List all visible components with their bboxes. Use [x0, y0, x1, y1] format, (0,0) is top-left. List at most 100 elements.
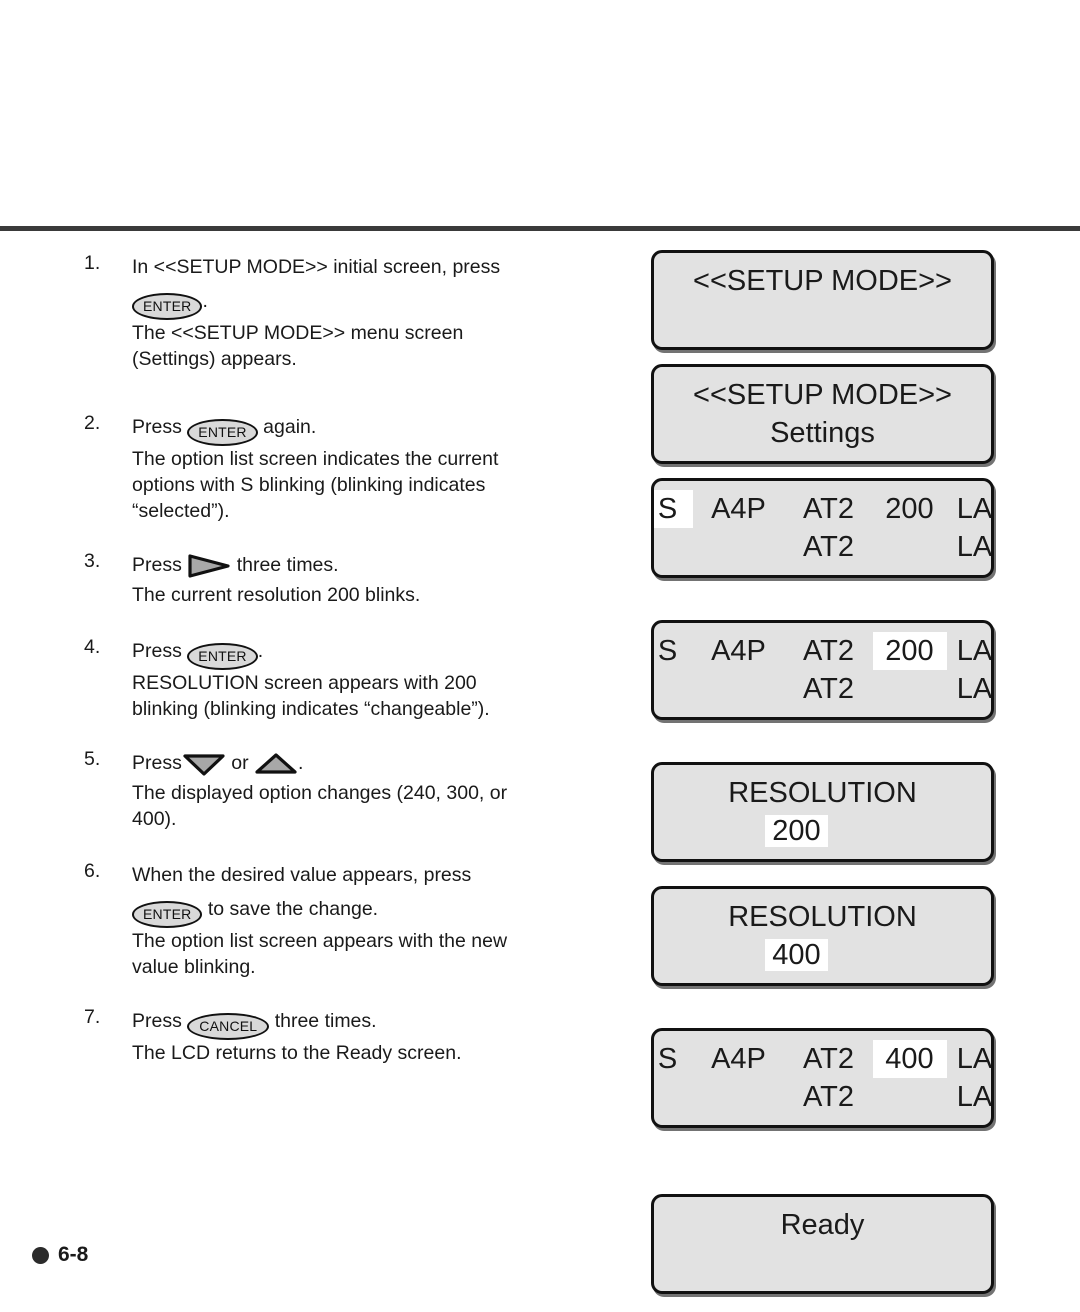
step-3-number: 3. [84, 550, 101, 572]
step-3-line-1: Press three times. [132, 548, 604, 582]
lcd-setup-mode-initial: <<SETUP MODE>> [651, 250, 994, 350]
lcd-screens-column: <<SETUP MODE>> <<SETUP MODE>> Settings S… [651, 250, 1051, 1312]
lcd-cell-at2-a: AT2 [802, 635, 855, 667]
lcd-option-list-400-row1: S A4P AT2 400 LA [654, 1031, 991, 1078]
enter-key-icon[interactable]: ENTER [187, 643, 258, 670]
lcd-cell-la-a: LA [956, 1043, 993, 1075]
down-arrow-key-icon[interactable] [182, 751, 226, 777]
step-7-text-a: Press [132, 1010, 182, 1032]
lcd-cell-at2-a: AT2 [802, 493, 855, 525]
step-1-text-b: . [202, 290, 208, 312]
enter-key-icon[interactable]: ENTER [187, 419, 258, 446]
lcd-option-list-s-blinking: S A4P AT2 200 LA AT2 LA [651, 478, 994, 578]
lcd-cell-la-b: LA [956, 1081, 993, 1113]
lcd-cell-la-b: LA [956, 673, 993, 705]
lcd-resolution-400-value-row: 400 [654, 936, 991, 983]
step-4-text-a: Press [132, 640, 182, 662]
step-2-line-2: The option list screen indicates the cur… [132, 448, 499, 470]
lcd-cell-resolution: 400 [872, 1040, 947, 1078]
page-footer: 6-8 [32, 1243, 88, 1267]
step-1-line-2: ENTER. [132, 284, 604, 320]
lcd-resolution-200-title: RESOLUTION [728, 777, 917, 809]
lcd-cell-s: S [657, 1043, 678, 1075]
step-6-line-1: When the desired value appears, press [132, 864, 472, 886]
step-6: 6. When the desired value appears, press… [84, 858, 604, 980]
step-5-line-3: 400). [132, 808, 177, 830]
lcd-setup-mode-initial-line2 [654, 300, 991, 347]
lcd-cell-s: S [654, 490, 693, 528]
step-1-line-3: The <<SETUP MODE>> menu screen [132, 322, 464, 344]
step-5-number: 5. [84, 748, 101, 770]
up-arrow-key-icon[interactable] [254, 751, 298, 777]
step-6-line-4: value blinking. [132, 956, 256, 978]
step-2-text-b: again. [263, 416, 317, 438]
step-5-text-a: Press [132, 752, 182, 774]
step-2-number: 2. [84, 412, 101, 434]
step-4: 4. Press ENTER. RESOLUTION screen appear… [84, 634, 604, 722]
enter-key-icon[interactable]: ENTER [132, 293, 203, 320]
lcd-resolution-200: RESOLUTION 200 [651, 762, 994, 862]
lcd-cell-at2-b: AT2 [802, 531, 855, 563]
step-4-line-2: RESOLUTION screen appears with 200 [132, 672, 477, 694]
lcd-cell-la-a: LA [956, 635, 993, 667]
step-6-number: 6. [84, 860, 101, 882]
lcd-setup-mode-settings: <<SETUP MODE>> Settings [651, 364, 994, 464]
lcd-cell-paper: A4P [711, 493, 766, 525]
right-arrow-key-icon[interactable] [187, 553, 231, 579]
bullet-dot-icon [32, 1246, 49, 1264]
lcd-option-list-400-row2: AT2 LA [654, 1078, 991, 1125]
step-2-text-a: Press [132, 416, 182, 438]
lcd-resolution-400: RESOLUTION 400 [651, 886, 994, 986]
lcd-setup-mode-settings-line2: Settings [770, 417, 875, 449]
instruction-steps-column: 1. In <<SETUP MODE>> initial screen, pre… [84, 250, 604, 1086]
step-2: 2. Press ENTER again. The option list sc… [84, 410, 604, 524]
lcd-setup-mode-settings-line1: <<SETUP MODE>> [693, 379, 952, 411]
lcd-resolution-400-title: RESOLUTION [728, 901, 917, 933]
lcd-ready-line2 [654, 1244, 991, 1291]
step-2-line-3: options with S blinking (blinking indica… [132, 474, 486, 496]
lcd-cell-resolution: 200 [872, 632, 947, 670]
lcd-cell-at2-b: AT2 [802, 673, 855, 705]
lcd-cell-s: S [657, 635, 678, 667]
lcd-cell-la-a: LA [956, 493, 993, 525]
step-3-text-b: three times. [236, 554, 339, 576]
step-4-number: 4. [84, 636, 101, 658]
step-5-text-c: . [298, 752, 304, 774]
step-5-line-1: Press or . [132, 746, 604, 780]
header-rule [0, 226, 1080, 231]
lcd-resolution-200-value-row: 200 [654, 812, 991, 859]
lcd-ready-line1: Ready [780, 1209, 865, 1241]
lcd-cell-paper: A4P [711, 1043, 766, 1075]
step-7: 7. Press CANCEL three times. The LCD ret… [84, 1004, 604, 1066]
step-4-text-b: . [257, 640, 264, 662]
step-7-number: 7. [84, 1006, 101, 1028]
step-1-number: 1. [84, 252, 101, 274]
lcd-option-list-s-row1: S A4P AT2 200 LA [654, 481, 991, 528]
step-1-line-4: (Settings) appears. [132, 348, 297, 370]
lcd-cell-resolution: 200 [885, 493, 934, 525]
step-2-line-1: Press ENTER again. [132, 410, 604, 446]
step-3-text-a: Press [132, 554, 182, 576]
lcd-cell-la-b: LA [956, 531, 993, 563]
cancel-key-icon[interactable]: CANCEL [187, 1013, 270, 1040]
lcd-option-list-400-blinking: S A4P AT2 400 LA AT2 LA [651, 1028, 994, 1128]
step-6-line-3: The option list screen appears with the … [132, 930, 508, 952]
step-3-line-2: The current resolution 200 blinks. [132, 584, 421, 606]
lcd-option-list-200-row2: AT2 LA [654, 670, 991, 717]
step-2-line-4: “selected”). [132, 500, 230, 522]
step-1: 1. In <<SETUP MODE>> initial screen, pre… [84, 250, 604, 372]
lcd-option-list-s-row2: AT2 LA [654, 528, 991, 575]
page-body: 1. In <<SETUP MODE>> initial screen, pre… [0, 250, 1080, 1294]
step-3: 3. Press three times. The current resolu… [84, 548, 604, 608]
lcd-cell-at2-a: AT2 [802, 1043, 855, 1075]
step-6-line-2: ENTER to save the change. [132, 892, 604, 928]
step-5-text-b: or [231, 752, 249, 774]
enter-key-icon[interactable]: ENTER [132, 901, 203, 928]
step-7-line-1: Press CANCEL three times. [132, 1004, 604, 1040]
step-1-line-1: In <<SETUP MODE>> initial screen, press [132, 250, 604, 284]
step-5-line-2: The displayed option changes (240, 300, … [132, 782, 508, 804]
lcd-cell-at2-b: AT2 [802, 1081, 855, 1113]
lcd-option-list-200-row1: S A4P AT2 200 LA [654, 623, 991, 670]
lcd-ready-screen: Ready [651, 1194, 994, 1294]
lcd-setup-mode-initial-line1: <<SETUP MODE>> [693, 265, 952, 297]
